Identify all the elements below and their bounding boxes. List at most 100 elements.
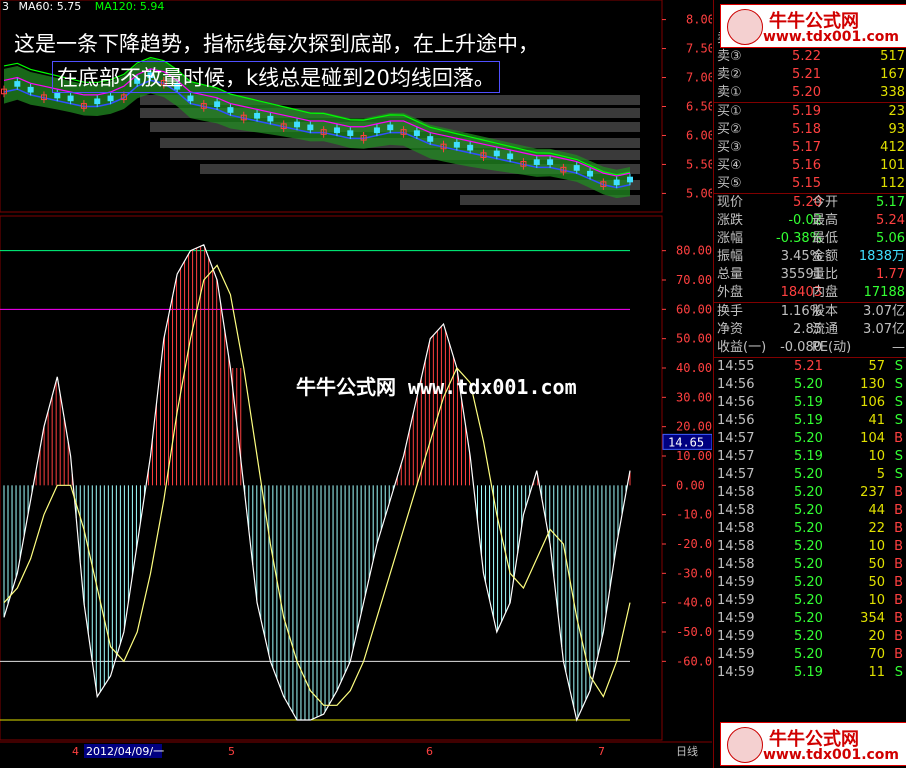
tick-side: B — [894, 593, 903, 608]
buy-level-label: 买② — [717, 122, 742, 137]
candle-body — [307, 124, 314, 131]
candle-body — [94, 98, 101, 105]
candle-body — [547, 159, 554, 165]
stat-label: 今开 — [812, 195, 839, 210]
buy-level-label: 买④ — [717, 158, 742, 173]
stat-label: 最高 — [812, 213, 839, 228]
stat-value: 3.07亿 — [863, 322, 905, 337]
indicator-axis-label: 50.00 — [676, 332, 712, 346]
stat-value: — — [892, 340, 905, 355]
time-axis-label: 7 — [598, 745, 605, 758]
tick-row[interactable]: 14:57 5.20 5 S — [714, 466, 906, 484]
tick-side: B — [894, 521, 903, 536]
indicator-axis-label: -60.00 — [676, 654, 712, 668]
time-axis-label: 5 — [228, 745, 235, 758]
logo-url: www.tdx001.com — [763, 747, 900, 763]
candle-body — [347, 130, 354, 136]
buy-level-label: 买⑤ — [717, 176, 742, 191]
tick-volume: 10 — [868, 449, 885, 464]
sell-row: 卖③ 5.22 517 — [714, 48, 906, 66]
stat-row: 振幅 3.45% 金额 1838万 — [714, 248, 906, 266]
stats-block: 现价 5.20 今开 5.17 涨跌 -0.02 最高 5.24 涨幅 -0.38% 最低 5.06 振… — [714, 193, 906, 302]
candle-body — [493, 150, 500, 157]
candle-body — [333, 127, 340, 134]
tick-side: B — [894, 575, 903, 590]
tick-price: 5.19 — [794, 665, 823, 680]
caption-line-2: 在底部不放量时候，k线总是碰到20均线回落。 — [52, 61, 500, 93]
tick-row[interactable]: 14:59 5.20 50 B — [714, 574, 906, 592]
tick-row[interactable]: 14:57 5.20 104 B — [714, 430, 906, 448]
tick-row[interactable]: 14:58 5.20 50 B — [714, 556, 906, 574]
indicator-axis-label: -30.00 — [676, 566, 712, 580]
tick-time: 14:59 — [717, 593, 755, 608]
candle-body — [507, 153, 514, 160]
sell-volume: 517 — [880, 49, 905, 64]
buy-price: 5.15 — [792, 176, 821, 191]
buy-row: 买⑤ 5.15 112 — [714, 175, 906, 193]
tick-volume: 10 — [868, 539, 885, 554]
tick-row[interactable]: 14:59 5.19 11 S — [714, 664, 906, 682]
tick-time: 14:59 — [717, 575, 755, 590]
tick-side: B — [894, 557, 903, 572]
tick-time: 14:58 — [717, 557, 755, 572]
stat-value: 1838万 — [858, 249, 905, 264]
tick-time: 14:58 — [717, 539, 755, 554]
tick-row[interactable]: 14:56 5.19 106 S — [714, 394, 906, 412]
tick-price: 5.20 — [794, 485, 823, 500]
tick-time: 14:59 — [717, 611, 755, 626]
tick-side: S — [894, 359, 903, 374]
tick-row[interactable]: 14:59 5.20 70 B — [714, 646, 906, 664]
time-axis-label: 2012/04/09/一 — [86, 745, 164, 758]
tick-row[interactable]: 14:58 5.20 22 B — [714, 520, 906, 538]
indicator-axis-label: 20.00 — [676, 420, 712, 434]
indicator-axis-label: -50.00 — [676, 625, 712, 639]
stat-row: 总量 35591 量比 1.77 — [714, 266, 906, 284]
indicator-axis-label: -20.00 — [676, 537, 712, 551]
tick-row[interactable]: 14:55 5.21 57 S — [714, 358, 906, 376]
tick-row[interactable]: 14:59 5.20 10 B — [714, 592, 906, 610]
stat-label: PE(动) — [812, 340, 852, 355]
stat-value: 5.24 — [876, 213, 905, 228]
tick-row[interactable]: 14:59 5.20 20 B — [714, 628, 906, 646]
cow-logo-icon — [727, 727, 763, 763]
tick-price: 5.19 — [794, 395, 823, 410]
tick-volume: 57 — [868, 359, 885, 374]
candle-body — [294, 121, 301, 128]
buy-level-label: 买③ — [717, 140, 742, 155]
tick-volume: 41 — [868, 413, 885, 428]
tick-time: 14:56 — [717, 413, 755, 428]
tick-volume: 10 — [868, 593, 885, 608]
tick-row[interactable]: 14:59 5.20 354 B — [714, 610, 906, 628]
tick-volume: 5 — [876, 467, 885, 482]
candle-body — [187, 95, 194, 102]
tick-side: B — [894, 629, 903, 644]
sell-level-label: 卖① — [717, 85, 742, 100]
tick-row[interactable]: 14:56 5.19 41 S — [714, 412, 906, 430]
tick-list[interactable]: 14:55 5.21 57 S 14:56 5.20 130 S 14:56 5.19 106 S 14… — [714, 357, 906, 682]
stat-value: 1.77 — [876, 267, 905, 282]
tick-time: 14:56 — [717, 395, 755, 410]
tick-row[interactable]: 14:58 5.20 44 B — [714, 502, 906, 520]
candle-body — [467, 144, 474, 151]
buy-volume: 412 — [880, 140, 905, 155]
stat-label: 最低 — [812, 231, 839, 246]
tick-time: 14:58 — [717, 485, 755, 500]
buy-volume: 23 — [888, 104, 905, 119]
stat-value: 5.06 — [876, 231, 905, 246]
tick-side: S — [894, 395, 903, 410]
stat-row: 涨跌 -0.02 最高 5.24 — [714, 212, 906, 230]
tick-row[interactable]: 14:56 5.20 130 S — [714, 376, 906, 394]
tick-row[interactable]: 14:57 5.19 10 S — [714, 448, 906, 466]
candle-body — [587, 170, 594, 177]
tick-volume: 104 — [860, 431, 885, 446]
tick-time: 14:59 — [717, 629, 755, 644]
tick-row[interactable]: 14:58 5.20 237 B — [714, 484, 906, 502]
tick-side: S — [894, 467, 903, 482]
buy-row: 买③ 5.17 412 — [714, 139, 906, 157]
candle-body — [214, 101, 221, 108]
stat-value: 17188 — [863, 285, 905, 300]
sell-level-label: 卖③ — [717, 49, 742, 64]
tick-row[interactable]: 14:58 5.20 10 B — [714, 538, 906, 556]
tick-volume: 106 — [860, 395, 885, 410]
candle-body — [533, 159, 540, 165]
